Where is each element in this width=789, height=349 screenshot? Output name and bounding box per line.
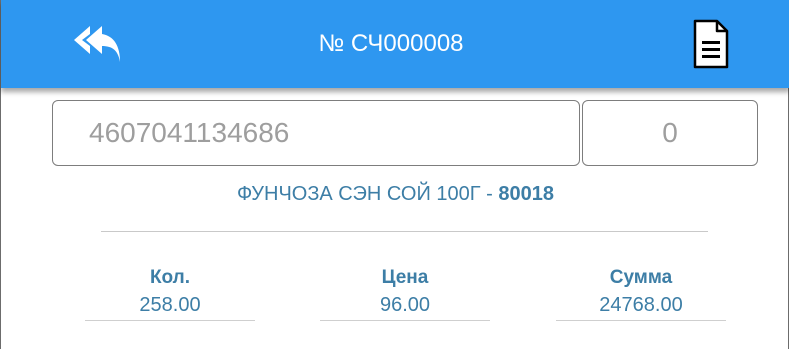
sum-value[interactable]: 24768.00 [556,290,726,321]
price-label: Цена [381,267,429,288]
price-value[interactable]: 96.00 [320,290,490,321]
product-name: ФУНЧОЗА СЭН СОЙ 100Г - [236,183,499,205]
quantity-field: Кол. 258.00 [85,266,255,321]
sum-label: Сумма [609,267,673,288]
app-header: № СЧ000008 [1,0,789,88]
document-icon [693,19,729,69]
price-field: Цена 96.00 [320,266,490,321]
quantity-label: Кол. [149,267,191,288]
quantity-value[interactable]: 258.00 [85,290,255,321]
barcode-input[interactable] [52,100,580,166]
reply-all-icon [74,26,120,62]
page-title: № СЧ000008 [318,30,464,57]
product-code: 80018 [498,183,554,205]
sum-field: Сумма 24768.00 [556,266,726,321]
screen: № СЧ000008 ФУНЧОЗА СЭН СОЙ 100Г - 80018 … [0,0,789,349]
quantity-input[interactable] [582,100,758,166]
document-button[interactable] [681,14,741,74]
product-info: ФУНЧОЗА СЭН СОЙ 100Г - 80018 [1,183,789,206]
divider [101,231,708,232]
back-button[interactable] [61,14,131,74]
